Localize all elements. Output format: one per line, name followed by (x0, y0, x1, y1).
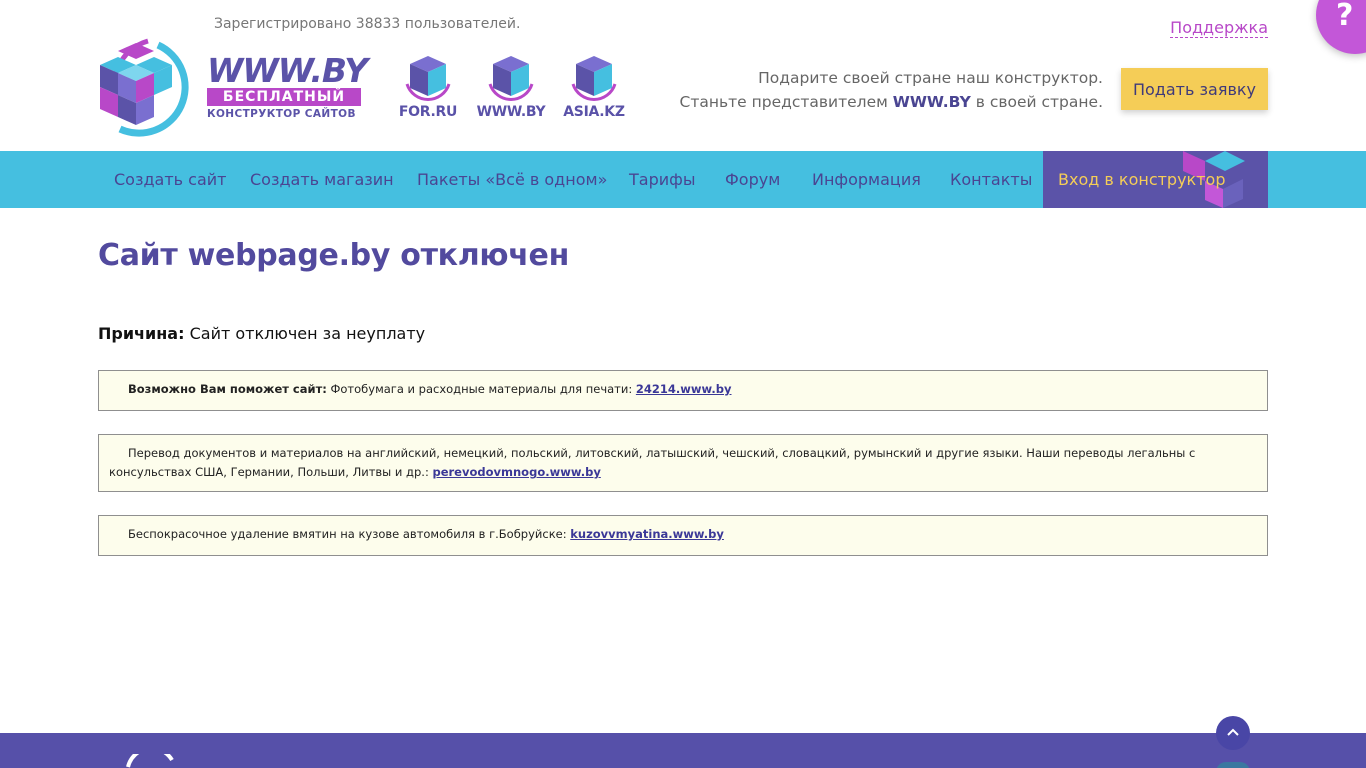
nav-information[interactable]: Информация (812, 151, 921, 208)
ad-lead: Возможно Вам поможет сайт: (128, 382, 327, 396)
support-link[interactable]: Поддержка (1170, 18, 1268, 38)
logo-tag: БЕСПЛАТНЫЙ (207, 88, 361, 106)
nav-contacts[interactable]: Контакты (950, 151, 1032, 208)
ad-link[interactable]: kuzovvmyatina.www.by (570, 527, 724, 541)
ad-box: Перевод документов и материалов на англи… (98, 434, 1268, 492)
ad-link[interactable]: perevodovmnogo.www.by (432, 465, 600, 479)
ad-text: Перевод документов и материалов на англи… (109, 446, 1196, 479)
page-title: Сайт webpage.by отключен (98, 238, 570, 273)
chevron-up-icon (1227, 728, 1239, 736)
site-header: Зарегистрировано 38833 пользователей. WW… (0, 0, 1366, 151)
promo-line-2: Станьте представителем WWW.BY в своей ст… (680, 90, 1104, 114)
footer-decoration (1216, 762, 1250, 768)
ad-box: Беспокрасочное удаление вмятин на кузове… (98, 515, 1268, 556)
cube-icon (405, 56, 451, 101)
nav-tariffs[interactable]: Тарифы (629, 151, 695, 208)
main-nav: Создать сайт Создать магазин Пакеты «Всё… (0, 151, 1366, 208)
site-logo[interactable]: WWW.BY БЕСПЛАТНЫЙ КОНСТРУКТОР САЙТОВ (96, 33, 368, 139)
ad-box: Возможно Вам поможет сайт: Фотобумага и … (98, 370, 1268, 411)
logo-title: WWW.BY (207, 51, 368, 90)
partner-label: FOR.RU (398, 104, 458, 120)
logo-subtitle: КОНСТРУКТОР САЙТОВ (207, 108, 356, 120)
cube-icon (571, 56, 617, 101)
partner-logo-asia-kz[interactable]: ASIA.KZ (559, 54, 629, 124)
partner-label: ASIA.KZ (563, 104, 625, 120)
footer-logo-icon (126, 754, 174, 768)
partner-logo-for-ru[interactable]: FOR.RU (393, 54, 463, 124)
nav-create-shop[interactable]: Создать магазин (250, 151, 394, 208)
nav-packages[interactable]: Пакеты «Всё в одном» (417, 151, 607, 208)
disable-reason: Причина: Сайт отключен за неуплату (98, 324, 425, 343)
promo-line-2-pre: Станьте представителем (679, 93, 893, 111)
ad-text: Фотобумага и расходные материалы для печ… (326, 382, 636, 396)
registered-users-count: Зарегистрировано 38833 пользователей. (214, 16, 521, 32)
promo-line-2-post: в своей стране. (970, 93, 1103, 111)
ad-text: Беспокрасочное удаление вмятин на кузове… (128, 527, 571, 541)
help-button[interactable]: ? (1316, 0, 1366, 54)
reason-label: Причина: (98, 324, 185, 343)
promo-text: Подарите своей стране наш конструктор. С… (680, 66, 1104, 114)
nav-login-constructor[interactable]: Вход в конструктор (1043, 151, 1268, 208)
cube-icon (488, 56, 534, 101)
scroll-top-button[interactable] (1216, 716, 1250, 750)
apply-button[interactable]: Подать заявку (1121, 68, 1268, 110)
promo-line-1: Подарите своей стране наш конструктор. (758, 69, 1103, 87)
site-footer (0, 733, 1366, 768)
question-icon: ? (1336, 0, 1354, 33)
partner-label: WWW.BY (476, 104, 546, 120)
nav-login-label: Вход в конструктор (1058, 170, 1226, 189)
partner-logo-www-by[interactable]: WWW.BY (476, 54, 546, 124)
promo-brand: WWW.BY (892, 93, 971, 111)
nav-create-site[interactable]: Создать сайт (114, 151, 227, 208)
nav-forum[interactable]: Форум (725, 151, 780, 208)
ad-link[interactable]: 24214.www.by (636, 382, 732, 396)
reason-text: Сайт отключен за неуплату (184, 324, 426, 343)
